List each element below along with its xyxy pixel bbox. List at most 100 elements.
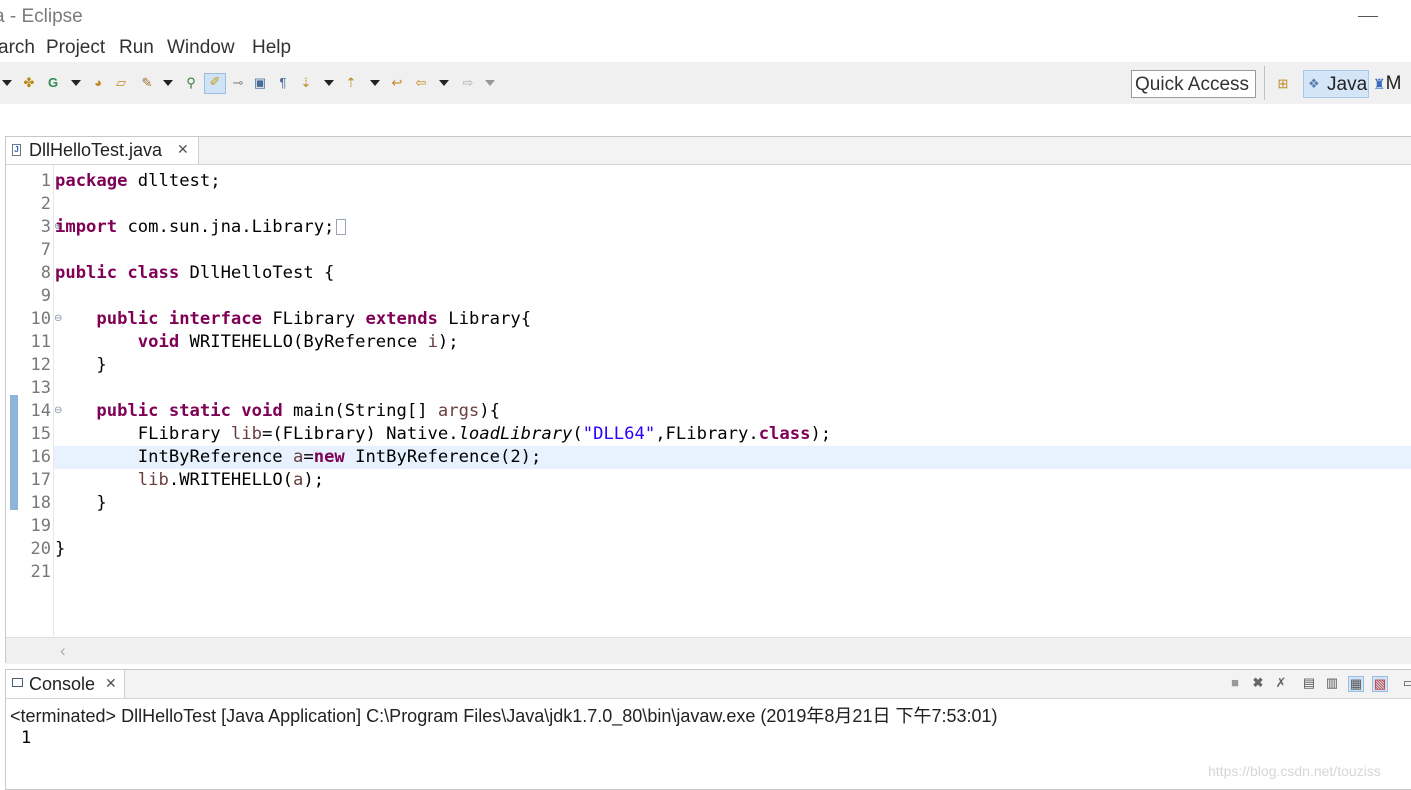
- forward-icon[interactable]: ⇨: [460, 75, 476, 91]
- remove-all-icon[interactable]: ✗: [1274, 676, 1288, 690]
- code-token: }: [55, 493, 107, 513]
- code-token: void: [137, 332, 180, 352]
- brush-icon[interactable]: ✎: [139, 75, 155, 91]
- code-token: "DLL64": [582, 424, 656, 444]
- java-perspective-button[interactable]: ❖ Java: [1303, 70, 1369, 98]
- code-token: package: [55, 171, 138, 191]
- brush-dropdown-icon[interactable]: [163, 80, 173, 86]
- editor-top-gap: [0, 104, 1411, 136]
- code-line[interactable]: }: [55, 492, 107, 515]
- tab-label: DllHelloTest.java: [29, 140, 163, 160]
- highlight-icon[interactable]: ⊸: [230, 75, 246, 91]
- code-token: }: [55, 355, 107, 375]
- dropdown-arrow-icon[interactable]: [2, 80, 12, 86]
- code-line[interactable]: IntByReference a=new IntByReference(2);: [55, 446, 542, 469]
- line-number: 17: [30, 470, 51, 490]
- code-token: =(FLibrary) Native.: [261, 424, 459, 444]
- code-line[interactable]: import com.sun.jna.Library;: [55, 216, 347, 239]
- console-view: Console ✕ ■ ✖ ✗ ▤ ▥ ▦ ▧ ▭ <terminated> D…: [5, 669, 1411, 790]
- menu-window[interactable]: Window: [167, 37, 235, 59]
- line-number: 21: [30, 562, 51, 582]
- open-type-icon[interactable]: ◕: [90, 75, 106, 91]
- editor-tab-bar: J DllHelloTest.java ✕: [6, 137, 1411, 165]
- menu-search[interactable]: arch: [0, 37, 35, 59]
- code-token: lib: [137, 470, 169, 490]
- code-token: import: [55, 217, 128, 237]
- code-line[interactable]: void WRITEHELLO(ByReference i);: [55, 331, 459, 354]
- scroll-lock-icon[interactable]: ▥: [1325, 676, 1339, 690]
- run-dropdown-icon[interactable]: [71, 80, 81, 86]
- watermark: https://blog.csdn.net/touziss: [1208, 763, 1381, 779]
- code-token: ){: [479, 401, 500, 421]
- next-annotation-icon[interactable]: ⇣: [298, 75, 314, 91]
- line-number: 15: [30, 424, 51, 444]
- code-token: public class: [55, 263, 190, 283]
- prev-annotation-icon[interactable]: ⇡: [343, 75, 359, 91]
- code-token: );: [810, 424, 832, 444]
- show-on-error-icon[interactable]: ▧: [1372, 676, 1388, 692]
- prev-annotation-dropdown-icon[interactable]: [370, 80, 380, 86]
- code-token: dlltest;: [137, 171, 221, 191]
- code-line[interactable]: public interface FLibrary extends Librar…: [55, 308, 531, 331]
- open-perspective-icon[interactable]: ⊞: [1275, 76, 1291, 92]
- back-dropdown-icon[interactable]: [439, 80, 449, 86]
- code-line[interactable]: }: [55, 538, 65, 561]
- menu-help[interactable]: Help: [252, 37, 291, 59]
- console-output: 1: [21, 728, 32, 748]
- code-area[interactable]: package dlltest; import com.sun.jna.Libra…: [54, 165, 1411, 637]
- menu-project[interactable]: Project: [46, 37, 105, 59]
- new-icon[interactable]: ✤: [21, 75, 37, 91]
- tab-dllhellotest[interactable]: J DllHelloTest.java ✕: [6, 137, 199, 164]
- clear-console-icon[interactable]: ▤: [1302, 676, 1316, 690]
- menu-run[interactable]: Run: [119, 37, 154, 59]
- toggle-mark-icon[interactable]: ✐: [204, 73, 226, 94]
- remove-launch-icon[interactable]: ✖: [1251, 676, 1265, 690]
- line-number: 8: [40, 263, 51, 283]
- line-number: 12: [30, 355, 51, 375]
- tab-console[interactable]: Console ✕: [6, 670, 125, 698]
- folded-imports-icon[interactable]: [336, 219, 347, 235]
- line-number: 11: [30, 332, 51, 352]
- code-line[interactable]: FLibrary lib=(FLibrary) Native.loadLibra…: [55, 423, 831, 446]
- line-number: 1: [40, 171, 51, 191]
- code-line[interactable]: lib.WRITEHELLO(a);: [55, 469, 324, 492]
- open-console-icon[interactable]: ▭: [1402, 676, 1411, 690]
- code-line[interactable]: }: [55, 354, 107, 377]
- quick-access-input[interactable]: Quick Access: [1131, 70, 1256, 98]
- forward-dropdown-icon[interactable]: [485, 80, 495, 86]
- back-icon[interactable]: ⇦: [413, 75, 429, 91]
- code-token: loadLibrary: [458, 424, 573, 444]
- window-title: a - Eclipse: [0, 6, 83, 27]
- terminate-icon[interactable]: ■: [1228, 676, 1242, 690]
- annotation-dropdown-icon[interactable]: [324, 80, 334, 86]
- line-number: 13: [30, 378, 51, 398]
- open-folder-icon[interactable]: ▱: [113, 75, 129, 91]
- run-icon[interactable]: G: [45, 75, 61, 91]
- code-line[interactable]: public static void main(String[] args){: [55, 400, 500, 423]
- code-line[interactable]: public class DllHelloTest {: [55, 262, 334, 285]
- line-number: 18: [30, 493, 51, 513]
- code-token: DllHelloTest {: [189, 263, 335, 283]
- code-token: lib: [230, 424, 262, 444]
- last-edit-icon[interactable]: ↩: [389, 75, 405, 91]
- perspective-separator: [1264, 66, 1265, 100]
- horizontal-scrollbar[interactable]: ‹: [6, 637, 1411, 664]
- close-icon[interactable]: ✕: [105, 675, 117, 692]
- code-line[interactable]: package dlltest;: [55, 170, 221, 193]
- show-on-output-icon[interactable]: ▦: [1348, 676, 1364, 692]
- pilcrow-icon[interactable]: ¶: [275, 75, 291, 91]
- close-icon[interactable]: ✕: [177, 141, 189, 158]
- show-whitespace-icon[interactable]: ▣: [252, 75, 268, 91]
- console-tab-label: Console: [29, 674, 96, 694]
- other-perspective-button[interactable]: ♜M: [1373, 73, 1401, 95]
- code-token: IntByReference(2);: [344, 447, 542, 467]
- code-token: a: [293, 447, 304, 467]
- minimize-icon[interactable]: [1358, 16, 1378, 17]
- search-icon[interactable]: ⚲: [183, 75, 199, 91]
- code-token: a: [293, 470, 304, 490]
- scroll-left-icon[interactable]: ‹: [60, 641, 66, 661]
- code-token: ,FLibrary.: [655, 424, 759, 444]
